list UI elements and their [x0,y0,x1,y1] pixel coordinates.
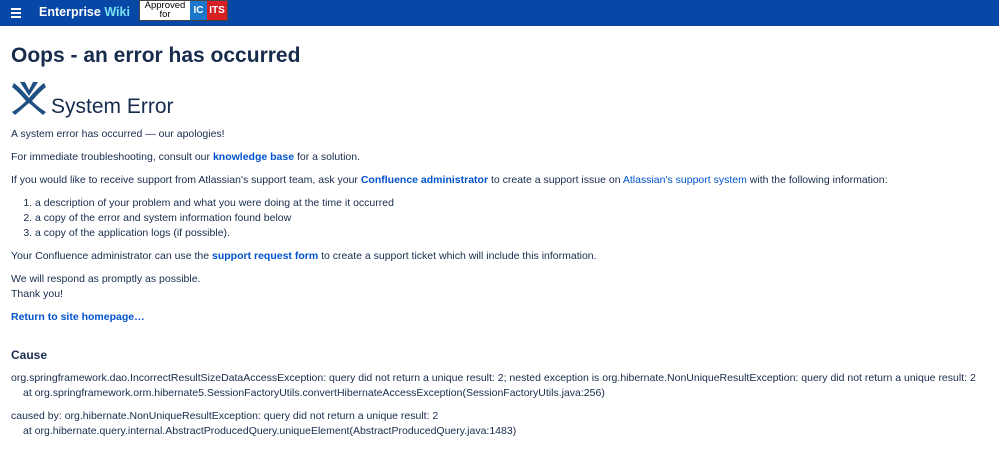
confluence-administrator-link[interactable]: Confluence administrator [361,174,488,186]
support-prefix: If you would like to receive support fro… [11,174,361,186]
atlassian-confluence-logo-icon [12,82,46,115]
badge-approved-line2: for [159,9,171,20]
main-content: Oops - an error has occurred System Erro… [11,26,991,439]
atlassian-support-system-link[interactable]: Atlassian's support system [623,174,747,186]
thanks-line: Thank you! [11,288,63,300]
support-suffix: with the following information: [746,174,888,186]
support-info-list: a description of your problem and what y… [11,196,991,241]
brand-main-text: Enterprise [39,5,101,19]
brand-accent-text: Wiki [104,5,130,19]
badge-its: ITS [207,1,227,20]
troubleshoot-suffix: for a solution. [294,151,360,163]
support-paragraph: If you would like to receive support fro… [11,173,991,188]
troubleshoot-prefix: For immediate troubleshooting, consult o… [11,151,213,163]
caused-by-at-line: at org.hibernate.query.internal.Abstract… [23,425,517,437]
return-to-homepage-link[interactable]: Return to site homepage… [11,311,145,323]
top-navigation-bar: Enterprise Wiki Approved for IC ITS [0,0,999,26]
system-error-heading: System Error [51,95,174,118]
admin-prefix: Your Confluence administrator can use th… [11,250,212,262]
list-item: a copy of the error and system informati… [35,211,991,226]
exception-at-line: at org.springframework.orm.hibernate5.Se… [23,387,605,399]
caused-by-trace: caused by: org.hibernate.NonUniqueResult… [11,409,991,439]
support-middle: to create a support issue on [488,174,623,186]
respond-line: We will respond as promptly as possible. [11,273,201,285]
system-error-header: System Error [11,81,991,121]
approved-badge: Approved for IC ITS [139,0,228,21]
error-intro-text: A system error has occurred — our apolog… [11,128,225,140]
support-request-form-link[interactable]: support request form [212,250,318,262]
cause-heading: Cause [11,348,48,362]
badge-ic: IC [190,1,207,20]
page-title: Oops - an error has occurred [11,44,301,67]
badge-approved-text: Approved for [140,1,190,20]
site-brand-link[interactable]: Enterprise Wiki [39,5,130,19]
admin-suffix: to create a support ticket which will in… [318,250,597,262]
knowledge-base-link[interactable]: knowledge base [213,151,294,163]
caused-by-line: caused by: org.hibernate.NonUniqueResult… [11,410,439,422]
troubleshoot-paragraph: For immediate troubleshooting, consult o… [11,150,991,165]
exception-line: org.springframework.dao.IncorrectResultS… [11,372,976,384]
hamburger-menu-icon[interactable] [11,8,21,18]
list-item: a copy of the application logs (if possi… [35,226,991,241]
exception-trace: org.springframework.dao.IncorrectResultS… [11,371,991,401]
admin-paragraph: Your Confluence administrator can use th… [11,249,991,264]
list-item: a description of your problem and what y… [35,196,991,211]
